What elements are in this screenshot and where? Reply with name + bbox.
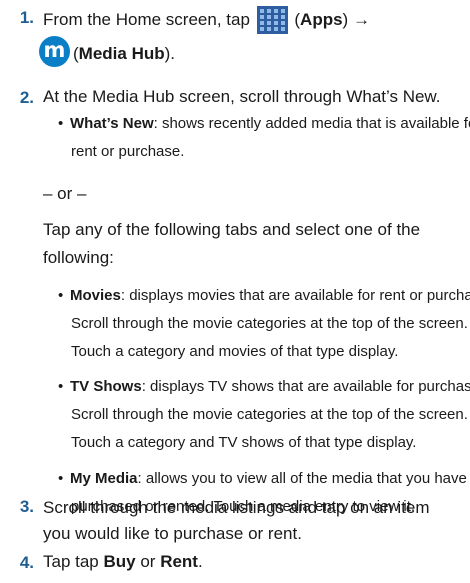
step-number: 2. xyxy=(19,88,34,107)
or-separator: – or – xyxy=(43,184,87,203)
step-2: 2. At the Media Hub screen, scroll throu… xyxy=(0,87,470,110)
step-number: 1. xyxy=(19,8,34,27)
step-2-text: At the Media Hub screen, scroll through … xyxy=(43,87,441,106)
bullet-desc: : shows recently added media that is ava… xyxy=(153,115,470,132)
step-3-line: you would like to purchase or rent. xyxy=(43,524,302,543)
step-3: 3. Scroll through the media listings and… xyxy=(0,497,470,553)
tap-paragraph-line: following: xyxy=(43,248,114,267)
bullet-tv-shows: • TV Shows: displays TV shows that are av… xyxy=(58,373,470,457)
step-1-prefix: From the Home screen, tap xyxy=(43,10,250,29)
arrow-icon: → xyxy=(352,10,370,29)
step-1: 1. From the Home screen, tap (Apps) → m(… xyxy=(0,6,470,78)
step-1-line-2: m (Media Hub). xyxy=(39,36,175,67)
bullet-desc-line: rent or purchase. xyxy=(71,143,185,160)
step-4: 4. Tap tap Buy or Rent. xyxy=(0,551,470,579)
step-number: 3. xyxy=(19,497,34,516)
step-4-mid: or xyxy=(135,552,161,571)
bullet-movies: • Movies: displays movies that are availa… xyxy=(58,282,470,366)
rent-label: Rent xyxy=(160,552,198,571)
step-4-prefix: Tap tap xyxy=(43,552,104,571)
step-3-text: Scroll through the media listings and ta… xyxy=(43,495,430,547)
media-hub-label: Media Hub xyxy=(78,44,165,63)
bullet-desc-line: Scroll through the movie categories at t… xyxy=(71,406,468,423)
apps-label: Apps xyxy=(300,10,343,29)
bullet-desc-line: Scroll through the movie categories at t… xyxy=(71,315,468,332)
bullet-desc-line: Touch a category and movies of that type… xyxy=(71,343,399,360)
bullet-desc: : displays movies that are available for… xyxy=(120,287,470,304)
tap-paragraph-line: Tap any of the following tabs and select… xyxy=(43,220,421,239)
step-number: 4. xyxy=(19,553,34,572)
bullet-whats-new: • What’s New: shows recently added media … xyxy=(58,110,470,166)
instructions-document: 1. From the Home screen, tap (Apps) → m(… xyxy=(0,0,470,583)
bullet-desc: : displays TV shows that are available f… xyxy=(141,378,470,395)
media-hub-icon: m xyxy=(39,36,70,67)
step-4-suffix: . xyxy=(197,552,203,571)
step-4-text: Tap tap Buy or Rent. xyxy=(43,551,203,573)
step-3-line: Scroll through the media listings and ta… xyxy=(43,498,430,517)
bullet-term: Movies xyxy=(70,287,121,304)
bullet-term: What’s New xyxy=(70,115,154,132)
step-1-line-1: From the Home screen, tap (Apps) → xyxy=(43,6,370,34)
bullet-term: TV Shows xyxy=(70,378,142,395)
apps-grid-icon xyxy=(256,6,288,34)
bullet-desc: : allows you to view all of the media th… xyxy=(137,470,467,487)
buy-label: Buy xyxy=(103,552,136,571)
tap-paragraph: Tap any of the following tabs and select… xyxy=(43,216,420,272)
bullet-desc-line: Touch a category and TV shows of that ty… xyxy=(71,434,417,451)
bullet-term: My Media xyxy=(70,470,138,487)
